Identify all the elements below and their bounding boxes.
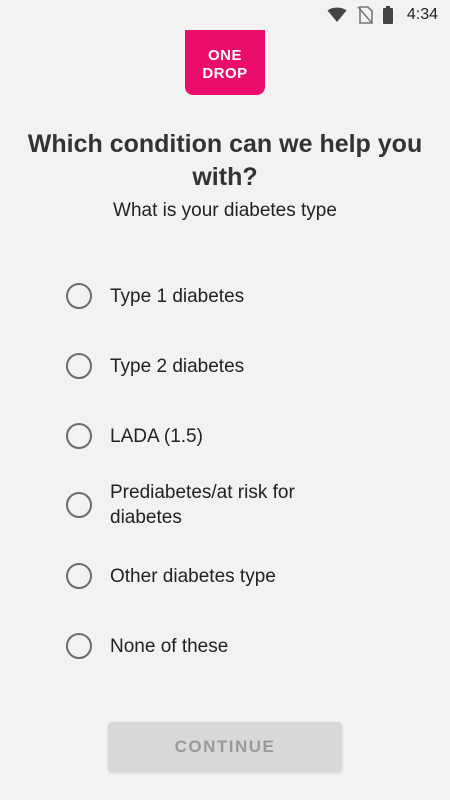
battery-icon [382, 6, 393, 24]
one-drop-logo: ONE DROP [185, 30, 265, 95]
option-none[interactable]: None of these [66, 633, 406, 659]
option-label: Type 2 diabetes [110, 355, 245, 377]
continue-button[interactable]: CONTINUE [108, 722, 342, 772]
page-subtitle: What is your diabetes type [113, 200, 337, 221]
option-label: LADA (1.5) [110, 425, 203, 447]
logo-line-2: DROP [202, 64, 248, 82]
logo-line-1: ONE [207, 46, 242, 64]
wifi-icon [327, 7, 347, 23]
radio-unchecked-icon[interactable] [66, 423, 92, 449]
option-type-2[interactable]: Type 2 diabetes [66, 353, 406, 379]
radio-unchecked-icon[interactable] [66, 283, 92, 309]
option-label: Other diabetes type [110, 565, 276, 587]
option-prediabetes[interactable]: Prediabetes/at risk for diabetes [66, 480, 406, 530]
option-label: Type 1 diabetes [110, 285, 245, 307]
no-sim-icon [357, 6, 373, 24]
clock: 4:34 [406, 6, 438, 23]
radio-unchecked-icon[interactable] [66, 492, 92, 518]
option-label: None of these [110, 635, 229, 657]
radio-unchecked-icon[interactable] [66, 633, 92, 659]
option-lada[interactable]: LADA (1.5) [66, 423, 406, 449]
radio-unchecked-icon[interactable] [66, 353, 92, 379]
page-title: Which condition can we help you with? [27, 130, 423, 191]
status-bar: 4:34 [0, 0, 450, 30]
radio-unchecked-icon[interactable] [66, 563, 92, 589]
option-type-1[interactable]: Type 1 diabetes [66, 283, 406, 309]
option-other[interactable]: Other diabetes type [66, 563, 406, 589]
option-label: Prediabetes/at risk for diabetes [110, 482, 295, 528]
